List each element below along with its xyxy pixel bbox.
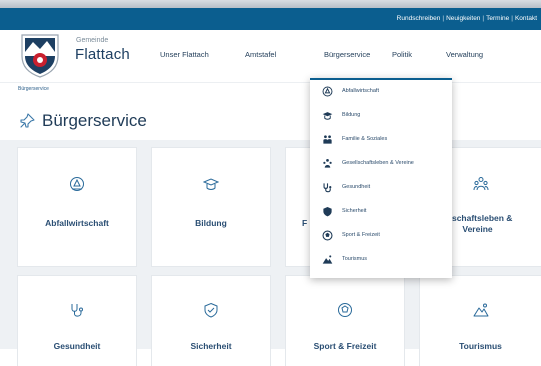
card-label: Sicherheit (190, 341, 232, 351)
ball-icon (322, 229, 333, 241)
recycling-icon (70, 177, 84, 191)
card-tourismus[interactable]: Tourismus (420, 276, 541, 366)
top-utility-bar: Rundschreiben | Neuigkeiten | Termine | Kontak… (0, 8, 541, 30)
ball-icon (338, 303, 352, 317)
separator: | (442, 15, 445, 22)
graduation-icon (203, 178, 219, 190)
dropdown-label: Sicherheit (342, 208, 367, 214)
utility-link-rundschreiben[interactable]: Rundschreiben (397, 15, 441, 22)
card-sport-freizeit[interactable]: Sport & Freizeit (286, 276, 404, 366)
buergerservice-dropdown: Abfallwirtschaft Bildung Familie & Sozia… (310, 78, 452, 278)
site-header: Gemeinde Flattach Unser Flattach Amtstaf… (0, 30, 541, 83)
brand-subtitle: Gemeinde (76, 37, 109, 44)
shield-icon (204, 302, 218, 318)
brand-name[interactable]: Flattach (75, 46, 130, 63)
community-icon (323, 158, 332, 168)
mountain-icon (322, 254, 333, 264)
card-label: Sport & Freizeit (313, 341, 377, 351)
family-icon (323, 134, 332, 144)
dropdown-item-abfallwirtschaft[interactable]: Abfallwirtschaft (310, 80, 452, 102)
card-abfallwirtschaft[interactable]: Abfallwirtschaft (18, 148, 136, 266)
utility-link-termine[interactable]: Termine (486, 15, 509, 22)
mountain-icon (473, 303, 488, 317)
card-bildung[interactable]: Bildung (152, 148, 270, 266)
dropdown-item-familie-soziales[interactable]: Familie & Soziales (310, 128, 452, 150)
separator: | (511, 15, 513, 22)
card-label: Tourismus (459, 341, 502, 351)
page-title: Bürgerservice (42, 111, 147, 130)
pin-icon (20, 113, 35, 128)
dropdown-item-sicherheit[interactable]: Sicherheit (310, 200, 452, 222)
utility-links: Rundschreiben | Neuigkeiten | Termine | Kontak… (397, 8, 537, 30)
dropdown-label: Abfallwirtschaft (342, 88, 379, 94)
dropdown-label: Bildung (342, 112, 361, 118)
card-label: Gesundheit (53, 341, 101, 351)
utility-link-kontakt[interactable]: Kontakt (515, 15, 537, 22)
dropdown-label: Gesundheit (342, 184, 371, 190)
graduation-icon (322, 111, 333, 120)
card-label: Bildung (195, 218, 227, 228)
utility-link-neuigkeiten[interactable]: Neuigkeiten (446, 15, 480, 22)
card-sicherheit[interactable]: Sicherheit (152, 276, 270, 366)
dropdown-label: Familie & Soziales (342, 136, 388, 142)
dropdown-item-gesellschaftsleben[interactable]: Gesellschaftsleben & Vereine (310, 152, 452, 174)
shield-icon (323, 206, 332, 216)
breadcrumb[interactable]: Bürgerservice (18, 86, 49, 92)
stethoscope-icon (323, 182, 332, 192)
recycling-icon (322, 86, 333, 96)
service-grid: Abfallwirtschaft Bildung F ellschaftsleb… (0, 140, 541, 366)
dropdown-label: Gesellschaftsleben & Vereine (342, 160, 414, 166)
nav-amtstafel[interactable]: Amtstafel (245, 50, 276, 59)
dropdown-item-tourismus[interactable]: Tourismus (310, 248, 452, 270)
window-top-edge (0, 0, 541, 8)
community-icon (473, 177, 488, 191)
nav-verwaltung[interactable]: Verwaltung (446, 50, 483, 59)
dropdown-item-gesundheit[interactable]: Gesundheit (310, 176, 452, 198)
dropdown-label: Tourismus (342, 256, 368, 262)
dropdown-label: Sport & Freizeit (342, 232, 380, 238)
nav-unser-flattach[interactable]: Unser Flattach (160, 50, 209, 59)
page-title-row: Bürgerservice (18, 109, 147, 133)
nav-politik[interactable]: Politik (392, 50, 412, 59)
dropdown-item-sport-freizeit[interactable]: Sport & Freizeit (310, 224, 452, 246)
dropdown-item-bildung[interactable]: Bildung (310, 104, 452, 126)
card-gesundheit[interactable]: Gesundheit (18, 276, 136, 366)
stethoscope-icon (71, 304, 83, 317)
card-label: Abfallwirtschaft (45, 218, 109, 228)
coat-of-arms-logo[interactable] (18, 32, 62, 78)
nav-buergerservice[interactable]: Bürgerservice (324, 50, 370, 59)
separator: | (482, 15, 485, 22)
